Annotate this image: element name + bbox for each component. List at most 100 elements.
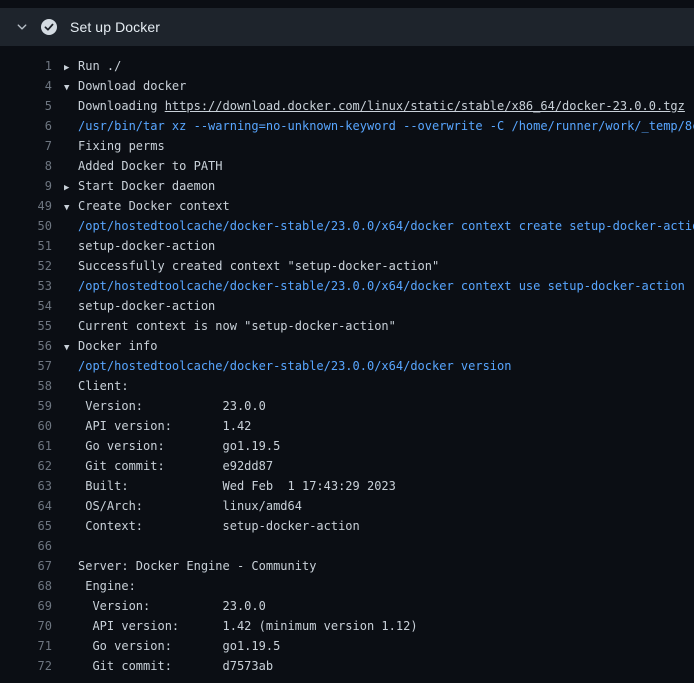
- log-line: 65 Context: setup-docker-action: [0, 516, 694, 536]
- log-text: Server: Docker Engine - Community: [64, 556, 316, 576]
- log-line: 9 ▶Start Docker daemon: [0, 176, 694, 196]
- log-command-text: /usr/bin/tar xz --warning=no-unknown-key…: [64, 116, 694, 136]
- log-text: Added Docker to PATH: [64, 156, 223, 176]
- log-line: 58 Client:: [0, 376, 694, 396]
- log-text: API version: 1.42 (minimum version 1.12): [64, 616, 418, 636]
- step-header-setup-docker[interactable]: Set up Docker: [0, 8, 694, 46]
- log-line: 67 Server: Docker Engine - Community: [0, 556, 694, 576]
- log-text: Client:: [64, 376, 129, 396]
- log-line: 8 Added Docker to PATH: [0, 156, 694, 176]
- line-number[interactable]: 1: [0, 56, 52, 76]
- triangle-down-icon: ▼: [64, 78, 78, 96]
- line-number[interactable]: 8: [0, 156, 52, 176]
- log-line: 4 ▼Download docker: [0, 76, 694, 96]
- actions-log-viewer: Set up Docker 1▶Run ./4▼Download docker5…: [0, 0, 694, 683]
- log-line: 60 API version: 1.42: [0, 416, 694, 436]
- line-number[interactable]: 64: [0, 496, 52, 516]
- log-line: 66: [0, 536, 694, 556]
- log-text: Go version: go1.19.5: [64, 636, 280, 656]
- log-text: Version: 23.0.0: [64, 396, 266, 416]
- log-line: 56 ▼Docker info: [0, 336, 694, 356]
- log-group-label: Create Docker context: [78, 199, 230, 213]
- line-number[interactable]: 70: [0, 616, 52, 636]
- log-text-prefix: Downloading: [78, 99, 165, 113]
- log-text: setup-docker-action: [64, 236, 215, 256]
- log-line: 6/usr/bin/tar xz --warning=no-unknown-ke…: [0, 116, 694, 136]
- log-text: Git commit: d7573ab: [64, 656, 273, 676]
- log-line: 64 OS/Arch: linux/amd64: [0, 496, 694, 516]
- line-number[interactable]: 49: [0, 196, 52, 216]
- log-text: Built: Wed Feb 1 17:43:29 2023: [64, 476, 396, 496]
- log-line: 62 Git commit: e92dd87: [0, 456, 694, 476]
- log-group-label: Start Docker daemon: [78, 179, 215, 193]
- check-circle-icon: [41, 19, 57, 35]
- line-number[interactable]: 72: [0, 656, 52, 676]
- line-number[interactable]: 55: [0, 316, 52, 336]
- log-line: 63 Built: Wed Feb 1 17:43:29 2023: [0, 476, 694, 496]
- line-number[interactable]: 52: [0, 256, 52, 276]
- log-text: OS/Arch: linux/amd64: [64, 496, 302, 516]
- log-line: 69 Version: 23.0.0: [0, 596, 694, 616]
- line-number[interactable]: 66: [0, 536, 52, 556]
- log-line: 1 ▶Run ./: [0, 56, 694, 76]
- log-line: 70 API version: 1.42 (minimum version 1.…: [0, 616, 694, 636]
- line-number[interactable]: 59: [0, 396, 52, 416]
- log-group-toggle[interactable]: ▼Create Docker context: [64, 196, 230, 216]
- log-line: 52 Successfully created context "setup-do…: [0, 256, 694, 276]
- line-number[interactable]: 9: [0, 176, 52, 196]
- line-number[interactable]: 65: [0, 516, 52, 536]
- log-lines: 1 ▶Run ./ 4 ▼Download docker 5 Downloading ht…: [0, 46, 694, 676]
- triangle-right-icon: ▶: [64, 178, 78, 196]
- line-number[interactable]: 7: [0, 136, 52, 156]
- log-group-toggle[interactable]: ▶Run ./: [64, 56, 121, 76]
- log-text: Fixing perms: [64, 136, 165, 156]
- line-number[interactable]: 71: [0, 636, 52, 656]
- log-line: 49 ▼Create Docker context: [0, 196, 694, 216]
- log-text: API version: 1.42: [64, 416, 251, 436]
- line-number[interactable]: 4: [0, 76, 52, 96]
- triangle-right-icon: ▶: [64, 58, 78, 76]
- log-text: Current context is now "setup-docker-act…: [64, 316, 396, 336]
- line-number[interactable]: 57: [0, 356, 52, 376]
- line-number[interactable]: 56: [0, 336, 52, 356]
- log-line: 53/opt/hostedtoolcache/docker-stable/23.…: [0, 276, 694, 296]
- chevron-down-icon[interactable]: [16, 21, 28, 33]
- log-command-text: /opt/hostedtoolcache/docker-stable/23.0.…: [64, 356, 511, 376]
- log-text: setup-docker-action: [64, 296, 215, 316]
- line-number[interactable]: 54: [0, 296, 52, 316]
- line-number[interactable]: 58: [0, 376, 52, 396]
- log-group-toggle[interactable]: ▶Start Docker daemon: [64, 176, 215, 196]
- log-text: Context: setup-docker-action: [64, 516, 360, 536]
- line-number[interactable]: 63: [0, 476, 52, 496]
- line-number[interactable]: 69: [0, 596, 52, 616]
- log-group-toggle[interactable]: ▼Download docker: [64, 76, 186, 96]
- log-command-text: /opt/hostedtoolcache/docker-stable/23.0.…: [64, 216, 694, 236]
- line-number[interactable]: 60: [0, 416, 52, 436]
- line-number[interactable]: 6: [0, 116, 52, 136]
- log-line: 72 Git commit: d7573ab: [0, 656, 694, 676]
- line-number[interactable]: 61: [0, 436, 52, 456]
- log-text: Go version: go1.19.5: [64, 436, 280, 456]
- line-number[interactable]: 50: [0, 216, 52, 236]
- log-line: 57/opt/hostedtoolcache/docker-stable/23.…: [0, 356, 694, 376]
- log-url-link[interactable]: https://download.docker.com/linux/static…: [165, 99, 685, 113]
- line-number[interactable]: 53: [0, 276, 52, 296]
- log-text: Successfully created context "setup-dock…: [64, 256, 439, 276]
- line-number[interactable]: 68: [0, 576, 52, 596]
- log-line: 5 Downloading https://download.docker.com…: [0, 96, 694, 116]
- line-number[interactable]: 67: [0, 556, 52, 576]
- log-group-toggle[interactable]: ▼Docker info: [64, 336, 157, 356]
- log-line: 68 Engine:: [0, 576, 694, 596]
- log-line: 55 Current context is now "setup-docker-a…: [0, 316, 694, 336]
- log-line: 59 Version: 23.0.0: [0, 396, 694, 416]
- log-text: [64, 536, 78, 556]
- log-line: 61 Go version: go1.19.5: [0, 436, 694, 456]
- log-line: 54 setup-docker-action: [0, 296, 694, 316]
- triangle-down-icon: ▼: [64, 198, 78, 216]
- log-text: Engine:: [64, 576, 136, 596]
- line-number[interactable]: 62: [0, 456, 52, 476]
- log-line: 50/opt/hostedtoolcache/docker-stable/23.…: [0, 216, 694, 236]
- log-command-text: /opt/hostedtoolcache/docker-stable/23.0.…: [64, 276, 685, 296]
- line-number[interactable]: 51: [0, 236, 52, 256]
- line-number[interactable]: 5: [0, 96, 52, 116]
